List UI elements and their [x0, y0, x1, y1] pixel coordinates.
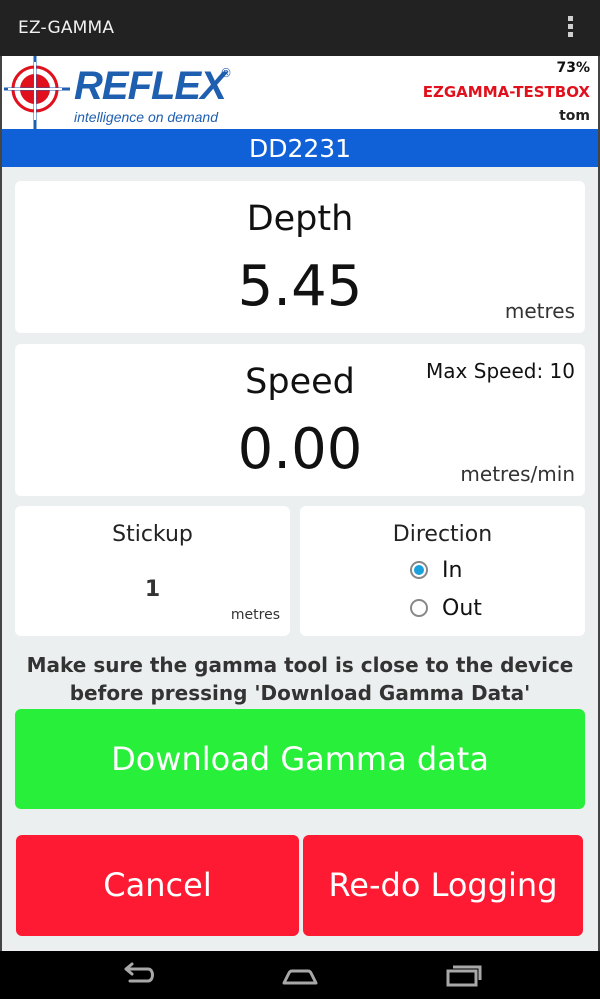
home-icon[interactable]: [280, 961, 320, 989]
direction-label: Direction: [392, 522, 493, 547]
depth-label: Depth: [246, 199, 354, 239]
app-title: EZ-GAMMA: [18, 18, 115, 38]
stickup-card[interactable]: Stickup 1 metres: [15, 506, 290, 636]
instruction-line-2: before pressing 'Download Gamma Data': [69, 681, 531, 705]
direction-out-radio[interactable]: [410, 599, 428, 617]
action-bar: EZ-GAMMA: [0, 0, 600, 56]
instruction-line-1: Make sure the gamma tool is close to the…: [26, 653, 574, 677]
user-name: tom: [559, 108, 590, 124]
download-gamma-button[interactable]: Download Gamma data: [15, 709, 585, 809]
stickup-value[interactable]: 1: [15, 577, 290, 602]
direction-card: Direction In Out: [300, 506, 585, 636]
direction-in-radio[interactable]: [410, 561, 428, 579]
system-nav-bar: [0, 951, 600, 999]
redo-logging-button[interactable]: Re-do Logging: [303, 835, 583, 936]
crosshair-logo-icon: [4, 56, 70, 129]
device-name: EZGAMMA-TESTBOX: [422, 83, 590, 101]
depth-card: Depth 5.45 metres: [15, 181, 585, 333]
logo-tagline: intelligence on demand: [74, 109, 218, 125]
depth-unit: metres: [504, 299, 575, 323]
recents-icon[interactable]: [444, 961, 484, 989]
direction-out-label[interactable]: Out: [442, 596, 482, 621]
cancel-button[interactable]: Cancel: [16, 835, 299, 936]
stickup-unit: metres: [230, 607, 280, 623]
speed-unit: metres/min: [460, 462, 575, 486]
speed-card: Max Speed: 10 Speed 0.00 metres/min: [15, 344, 585, 496]
depth-value: 5.45: [237, 254, 363, 319]
speed-label: Speed: [245, 362, 355, 402]
back-icon[interactable]: [118, 961, 158, 989]
logo-wordmark: REFLEX: [74, 64, 227, 108]
direction-in-label[interactable]: In: [442, 558, 462, 583]
overflow-menu-icon[interactable]: [566, 16, 574, 40]
main-content: Depth 5.45 metres Max Speed: 10 Speed 0.…: [0, 167, 600, 951]
stickup-label: Stickup: [112, 522, 193, 547]
hole-id-banner: DD2231: [0, 129, 600, 167]
brand-header: REFLEX ® intelligence on demand 73% EZGA…: [0, 56, 600, 129]
battery-level: 73%: [556, 60, 590, 76]
instruction-text: Make sure the gamma tool is close to the…: [2, 651, 598, 707]
registered-mark: ®: [220, 66, 232, 80]
